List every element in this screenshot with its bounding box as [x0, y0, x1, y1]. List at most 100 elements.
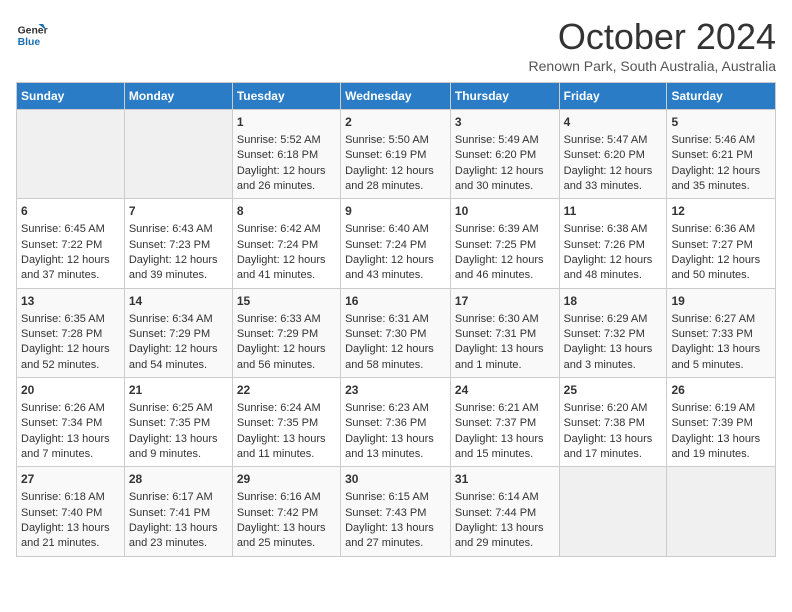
sunrise-text: Sunrise: 5:47 AM — [564, 134, 648, 146]
sunset-text: Sunset: 7:24 PM — [345, 239, 426, 251]
sunrise-text: Sunrise: 5:50 AM — [345, 134, 429, 146]
calendar-cell — [17, 110, 125, 199]
day-number: 11 — [564, 203, 663, 220]
logo: General Blue — [16, 16, 48, 48]
daylight-text: Daylight: 13 hours and 13 minutes. — [345, 433, 434, 460]
sunset-text: Sunset: 7:32 PM — [564, 328, 645, 340]
sunrise-text: Sunrise: 6:17 AM — [129, 491, 213, 503]
day-number: 28 — [129, 471, 228, 488]
calendar-cell: 23Sunrise: 6:23 AMSunset: 7:36 PMDayligh… — [341, 378, 451, 467]
calendar-cell: 16 Sunrise: 6:31 AM Sunset: 7:30 PM Dayligh… — [341, 288, 451, 377]
sunrise-text: Sunrise: 6:43 AM — [129, 223, 213, 235]
calendar-week-row: 1Sunrise: 5:52 AMSunset: 6:18 PMDaylight… — [17, 110, 776, 199]
day-number: 18 — [564, 293, 663, 310]
calendar-cell: 22Sunrise: 6:24 AMSunset: 7:35 PMDayligh… — [232, 378, 340, 467]
sunrise-text: Sunrise: 6:39 AM — [455, 223, 539, 235]
column-header-sunday: Sunday — [17, 83, 125, 110]
daylight-text: Daylight: 13 hours and 15 minutes. — [455, 433, 544, 460]
sunset-text: Sunset: 7:22 PM — [21, 239, 102, 251]
daylight-text: Daylight: 13 hours and 23 minutes. — [129, 522, 218, 549]
daylight-text: Daylight: 12 hours and 37 minutes. — [21, 254, 110, 281]
daylight-text: Daylight: 12 hours and 43 minutes. — [345, 254, 434, 281]
day-number: 2 — [345, 114, 446, 131]
sunset-text: Sunset: 7:29 PM — [237, 328, 318, 340]
calendar-cell — [667, 467, 776, 556]
daylight-text: Daylight: 12 hours and 54 minutes. — [129, 343, 218, 370]
calendar-cell: 30Sunrise: 6:15 AMSunset: 7:43 PMDayligh… — [341, 467, 451, 556]
sunset-text: Sunset: 7:29 PM — [129, 328, 210, 340]
calendar-cell: 25Sunrise: 6:20 AMSunset: 7:38 PMDayligh… — [559, 378, 667, 467]
day-number: 12 — [671, 203, 771, 220]
sunrise-text: Sunrise: 6:30 AM — [455, 313, 539, 325]
sunset-text: Sunset: 7:40 PM — [21, 507, 102, 519]
calendar-cell: 7Sunrise: 6:43 AMSunset: 7:23 PMDaylight… — [124, 199, 232, 288]
sunrise-text: Sunrise: 6:16 AM — [237, 491, 321, 503]
day-number: 8 — [237, 203, 336, 220]
daylight-text: Daylight: 12 hours and 28 minutes. — [345, 165, 434, 192]
sunrise-text: Sunrise: 6:21 AM — [455, 402, 539, 414]
sunset-text: Sunset: 6:20 PM — [455, 149, 536, 161]
sunrise-text: Sunrise: 6:18 AM — [21, 491, 105, 503]
sunrise-text: Sunrise: 6:34 AM — [129, 313, 213, 325]
sunrise-text: Sunrise: 6:27 AM — [671, 313, 755, 325]
day-number: 16 — [345, 293, 446, 310]
day-number: 21 — [129, 382, 228, 399]
daylight-text: Daylight: 12 hours and 41 minutes. — [237, 254, 326, 281]
sunset-text: Sunset: 7:34 PM — [21, 417, 102, 429]
calendar-cell: 4Sunrise: 5:47 AMSunset: 6:20 PMDaylight… — [559, 110, 667, 199]
sunset-text: Sunset: 6:21 PM — [671, 149, 752, 161]
calendar-cell: 10Sunrise: 6:39 AMSunset: 7:25 PMDayligh… — [450, 199, 559, 288]
daylight-text: Daylight: 13 hours and 9 minutes. — [129, 433, 218, 460]
sunrise-text: Sunrise: 6:38 AM — [564, 223, 648, 235]
day-number: 4 — [564, 114, 663, 131]
sunrise-text: Sunrise: 6:24 AM — [237, 402, 321, 414]
calendar-cell: 21Sunrise: 6:25 AMSunset: 7:35 PMDayligh… — [124, 378, 232, 467]
calendar-cell: 14Sunrise: 6:34 AMSunset: 7:29 PMDayligh… — [124, 288, 232, 377]
daylight-text: Daylight: 13 hours and 1 minute. — [455, 343, 544, 370]
sunset-text: Sunset: 7:35 PM — [237, 417, 318, 429]
sunset-text: Sunset: 7:42 PM — [237, 507, 318, 519]
daylight-text: Daylight: 12 hours and 52 minutes. — [21, 343, 110, 370]
calendar-header-row: SundayMondayTuesdayWednesdayThursdayFrid… — [17, 83, 776, 110]
daylight-text: Daylight: 13 hours and 3 minutes. — [564, 343, 653, 370]
daylight-text: Daylight: 13 hours and 25 minutes. — [237, 522, 326, 549]
calendar-cell: 18Sunrise: 6:29 AMSunset: 7:32 PMDayligh… — [559, 288, 667, 377]
calendar-body: 1Sunrise: 5:52 AMSunset: 6:18 PMDaylight… — [17, 110, 776, 557]
sunset-text: Sunset: 7:30 PM — [345, 328, 426, 340]
day-number: 7 — [129, 203, 228, 220]
sunset-text: Sunset: 7:25 PM — [455, 239, 536, 251]
daylight-text: Daylight: 13 hours and 11 minutes. — [237, 433, 326, 460]
sunset-text: Sunset: 6:18 PM — [237, 149, 318, 161]
day-number: 17 — [455, 293, 555, 310]
calendar-cell: 13Sunrise: 6:35 AMSunset: 7:28 PMDayligh… — [17, 288, 125, 377]
location-subtitle: Renown Park, South Australia, Australia — [529, 58, 776, 74]
calendar-cell: 2Sunrise: 5:50 AMSunset: 6:19 PMDaylight… — [341, 110, 451, 199]
sunrise-text: Sunrise: 5:46 AM — [671, 134, 755, 146]
column-header-tuesday: Tuesday — [232, 83, 340, 110]
sunrise-text: Sunrise: 6:14 AM — [455, 491, 539, 503]
daylight-text: Daylight: 12 hours and 50 minutes. — [671, 254, 760, 281]
day-number: 29 — [237, 471, 336, 488]
day-number: 6 — [21, 203, 120, 220]
daylight-text: Daylight: 12 hours and 39 minutes. — [129, 254, 218, 281]
sunset-text: Sunset: 7:39 PM — [671, 417, 752, 429]
title-area: October 2024 Renown Park, South Australi… — [529, 16, 776, 74]
calendar-cell: 29 Sunrise: 6:16 AM Sunset: 7:42 PM Dayligh… — [232, 467, 340, 556]
calendar-cell: 3Sunrise: 5:49 AMSunset: 6:20 PMDaylight… — [450, 110, 559, 199]
page-header: General Blue October 2024 Renown Park, S… — [16, 16, 776, 74]
daylight-text: Daylight: 13 hours and 17 minutes. — [564, 433, 653, 460]
daylight-text: Daylight: 12 hours and 58 minutes. — [345, 343, 434, 370]
day-number: 24 — [455, 382, 555, 399]
sunset-text: Sunset: 7:38 PM — [564, 417, 645, 429]
sunrise-text: Sunrise: 6:23 AM — [345, 402, 429, 414]
sunrise-text: Sunrise: 6:31 AM — [345, 313, 429, 325]
day-number: 27 — [21, 471, 120, 488]
day-number: 26 — [671, 382, 771, 399]
sunset-text: Sunset: 7:44 PM — [455, 507, 536, 519]
sunset-text: Sunset: 7:28 PM — [21, 328, 102, 340]
sunrise-text: Sunrise: 6:20 AM — [564, 402, 648, 414]
calendar-cell — [124, 110, 232, 199]
calendar-cell — [559, 467, 667, 556]
sunrise-text: Sunrise: 6:42 AM — [237, 223, 321, 235]
sunset-text: Sunset: 7:27 PM — [671, 239, 752, 251]
